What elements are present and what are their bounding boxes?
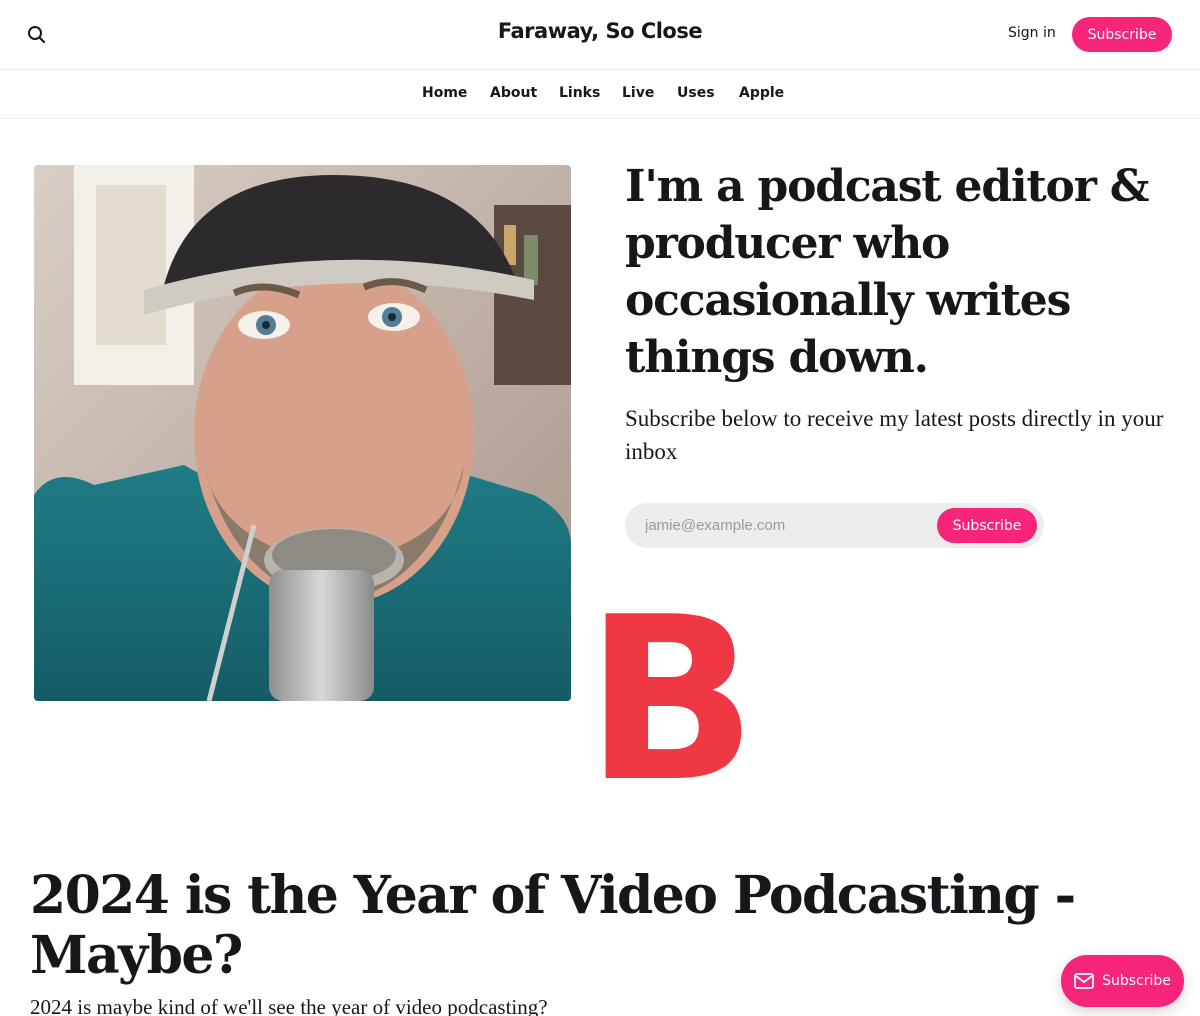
main-nav: Home About Links Live Uses Apple (0, 70, 1200, 119)
nav-item-about[interactable]: About (490, 85, 537, 101)
hero-subheading: Subscribe below to receive my latest pos… (625, 406, 1164, 464)
form-subscribe-button[interactable]: Subscribe (937, 508, 1037, 543)
mail-icon (1074, 973, 1094, 989)
nav-item-home[interactable]: Home (422, 85, 467, 101)
subscribe-form: Subscribe (625, 503, 1044, 548)
nav-item-apple[interactable]: Apple (739, 85, 784, 101)
site-header: Faraway, So Close Sign in Subscribe (0, 0, 1200, 70)
nav-item-live[interactable]: Live (622, 85, 654, 101)
author-photo (34, 165, 571, 701)
nav-item-links[interactable]: Links (559, 85, 600, 101)
sign-in-link[interactable]: Sign in (1008, 25, 1056, 41)
post-title[interactable]: 2024 is the Year of Video Podcasting - M… (30, 866, 1090, 986)
portal-subscribe-button[interactable]: Subscribe (1061, 955, 1184, 1007)
header-subscribe-button[interactable]: Subscribe (1072, 17, 1172, 52)
post-excerpt: 2024 is maybe kind of we'll see the year… (30, 995, 548, 1016)
overlay-letter-badge: B (584, 569, 757, 832)
nav-item-uses[interactable]: Uses (677, 85, 715, 101)
portal-subscribe-label: Subscribe (1102, 973, 1171, 989)
email-field[interactable] (645, 503, 935, 548)
hero-heading: I'm a podcast editor & producer who occa… (625, 161, 1150, 383)
